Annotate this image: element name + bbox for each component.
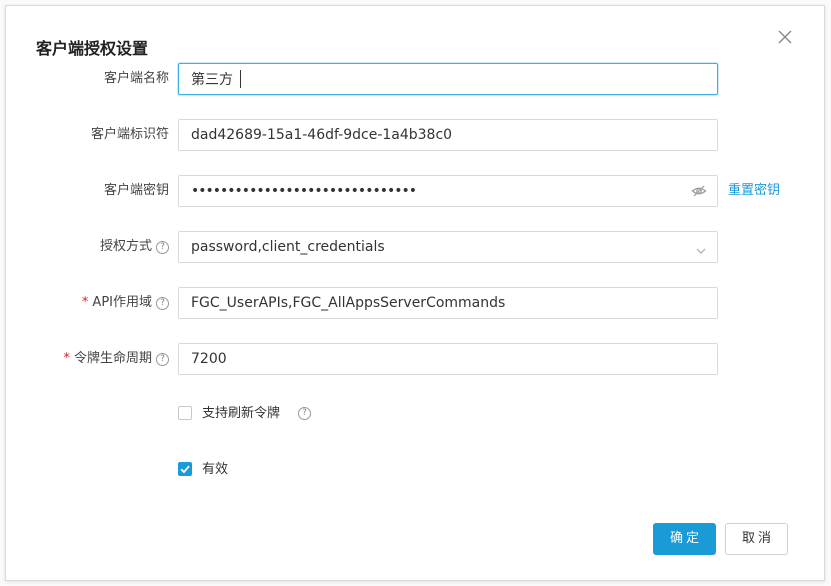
- client-id-row: 客户端标识符: [6, 119, 824, 151]
- grant-type-row: 授权方式? password,client_credentials: [6, 231, 824, 263]
- required-mark: *: [63, 351, 70, 366]
- enabled-checkbox[interactable]: [178, 462, 192, 476]
- client-name-row: 客户端名称: [6, 63, 824, 95]
- text-cursor: [240, 70, 241, 88]
- client-auth-dialog: 客户端授权设置 客户端名称 客户端标识符 客户端密钥 •••••••••••••…: [5, 5, 825, 581]
- check-icon: [180, 465, 190, 474]
- token-lifetime-row: * 令牌生命周期?: [6, 343, 824, 375]
- close-icon[interactable]: [776, 28, 794, 46]
- client-secret-label: 客户端密钥: [103, 183, 169, 198]
- refresh-token-option[interactable]: 支持刷新令牌 ?: [178, 404, 378, 424]
- client-name-field[interactable]: [178, 63, 718, 95]
- help-icon[interactable]: ?: [156, 297, 169, 310]
- help-icon[interactable]: ?: [298, 407, 311, 420]
- reset-secret-link[interactable]: 重置密钥: [728, 175, 780, 207]
- client-secret-row: 客户端密钥 ••••••••••••••••••••••••••••••• 重置…: [6, 175, 824, 207]
- client-id-label: 客户端标识符: [90, 127, 169, 142]
- client-id-input[interactable]: [179, 120, 671, 150]
- enabled-option[interactable]: 有效: [178, 460, 278, 480]
- dialog-title: 客户端授权设置: [36, 39, 149, 58]
- token-lifetime-input[interactable]: [179, 344, 671, 374]
- client-id-field[interactable]: [178, 119, 718, 151]
- help-icon[interactable]: ?: [156, 353, 169, 366]
- token-lifetime-field[interactable]: [178, 343, 718, 375]
- confirm-button[interactable]: 确定: [653, 523, 716, 555]
- client-name-input[interactable]: [179, 64, 671, 94]
- client-name-label: 客户端名称: [103, 71, 169, 86]
- refresh-token-label: 支持刷新令牌: [202, 406, 281, 421]
- chevron-down-icon[interactable]: [695, 242, 707, 254]
- refresh-token-checkbox[interactable]: [178, 406, 192, 420]
- client-secret-masked-value[interactable]: •••••••••••••••••••••••••••••••: [191, 176, 417, 206]
- grant-type-label: 授权方式?: [100, 231, 169, 263]
- required-mark: *: [81, 295, 89, 310]
- help-icon[interactable]: ?: [156, 241, 169, 254]
- grant-type-value: password,client_credentials: [191, 239, 385, 255]
- api-scope-input[interactable]: [179, 288, 671, 318]
- eye-slash-icon[interactable]: [691, 183, 707, 199]
- enabled-label: 有效: [202, 462, 229, 477]
- client-secret-field[interactable]: •••••••••••••••••••••••••••••••: [178, 175, 718, 207]
- api-scope-field[interactable]: [178, 287, 718, 319]
- grant-type-select[interactable]: password,client_credentials: [178, 231, 718, 263]
- api-scope-row: * API作用域?: [6, 287, 824, 319]
- cancel-button[interactable]: 取消: [725, 523, 788, 555]
- token-lifetime-label: * 令牌生命周期?: [63, 343, 169, 375]
- api-scope-label: * API作用域?: [82, 287, 169, 319]
